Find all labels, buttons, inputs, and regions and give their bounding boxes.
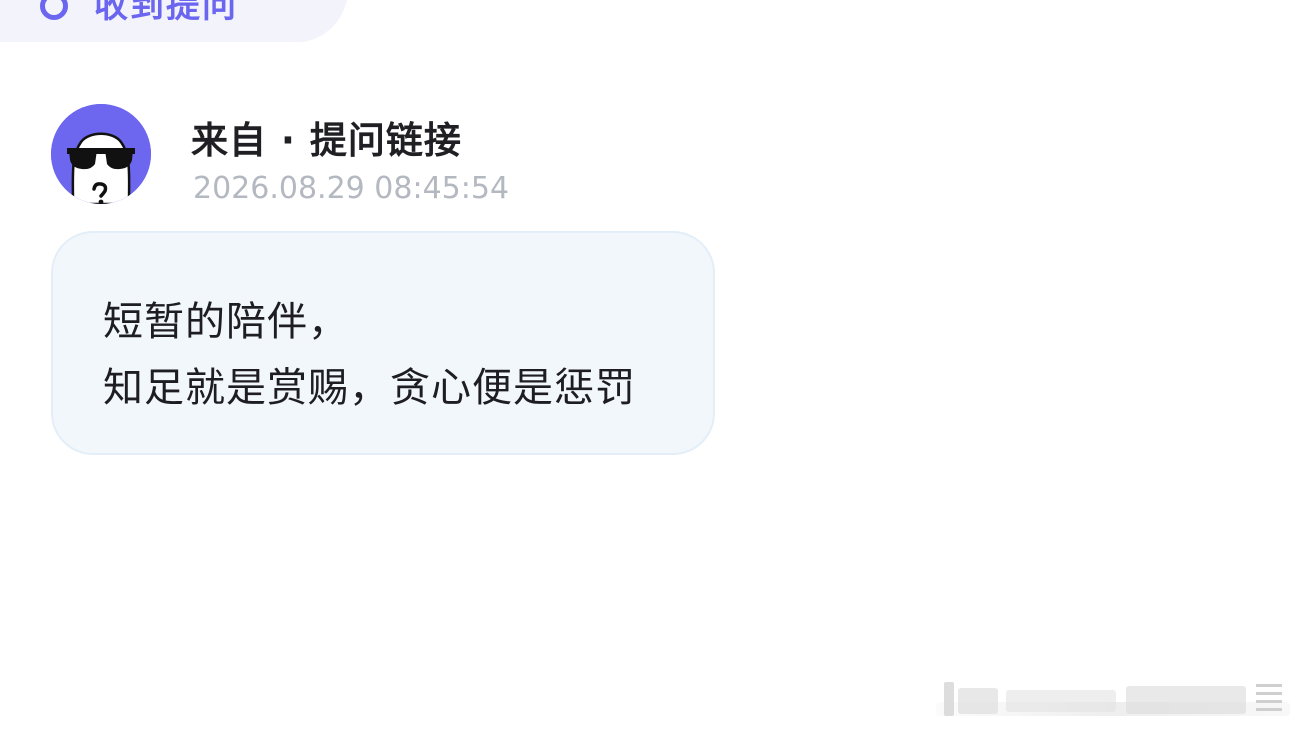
question-source: 来自 · 提问链接 <box>191 119 462 162</box>
anonymous-sunglasses-avatar-icon <box>51 104 151 204</box>
message-line-2: 知足就是赏赐，贪心便是惩罚 <box>103 365 636 411</box>
question-timestamp: 2026.08.29 08:45:54 <box>193 171 510 206</box>
received-questions-tab[interactable]: 收到提问 <box>40 0 238 27</box>
message-line-1: 短暂的陪伴， <box>103 299 349 345</box>
watermark-image <box>936 682 1290 716</box>
avatar[interactable] <box>51 104 151 204</box>
question-circle-icon <box>40 0 68 20</box>
question-detail-page: 收到提问 来自 · 提问链接 2026.08.29 08:45:54 短暂的陪伴… <box>0 0 1300 731</box>
tab-label: 收到提问 <box>94 0 238 26</box>
question-message-bubble: 短暂的陪伴， 知足就是赏赐，贪心便是惩罚 <box>51 231 715 455</box>
